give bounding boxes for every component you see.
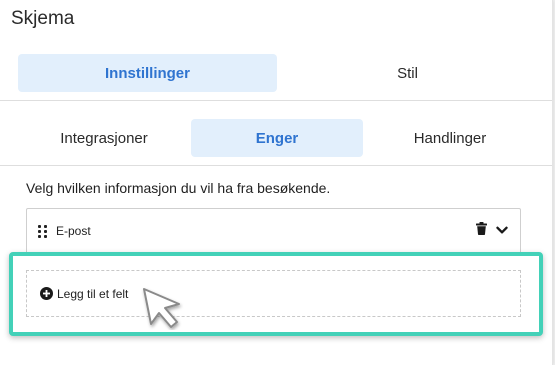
chevron-down-icon[interactable]	[496, 222, 508, 240]
drag-handle-icon[interactable]	[38, 225, 48, 238]
tab-innstillinger[interactable]: Innstillinger	[18, 54, 277, 92]
mouse-cursor-icon	[141, 286, 187, 335]
fields-prompt: Velg hvilken informasjon du vil ha fra b…	[26, 180, 331, 196]
panel-title: Skjema	[11, 8, 75, 29]
add-field-button[interactable]: Legg til et felt	[26, 270, 521, 317]
form-panel: Skjema Innstillinger Stil Integrasjoner …	[0, 0, 553, 365]
divider	[0, 165, 552, 166]
add-field-label: Legg til et felt	[57, 286, 129, 301]
tab-enger[interactable]: Enger	[191, 119, 363, 157]
tab-integrasjoner[interactable]: Integrasjoner	[18, 119, 190, 157]
field-row-e-post[interactable]: E-post	[26, 208, 521, 254]
field-row-actions	[476, 222, 508, 240]
trash-icon[interactable]	[476, 222, 487, 240]
tab-stil[interactable]: Stil	[278, 54, 537, 92]
plus-circle-icon	[40, 287, 53, 300]
divider	[0, 100, 552, 101]
tab-handlinger[interactable]: Handlinger	[364, 119, 536, 157]
field-label: E-post	[56, 224, 91, 238]
